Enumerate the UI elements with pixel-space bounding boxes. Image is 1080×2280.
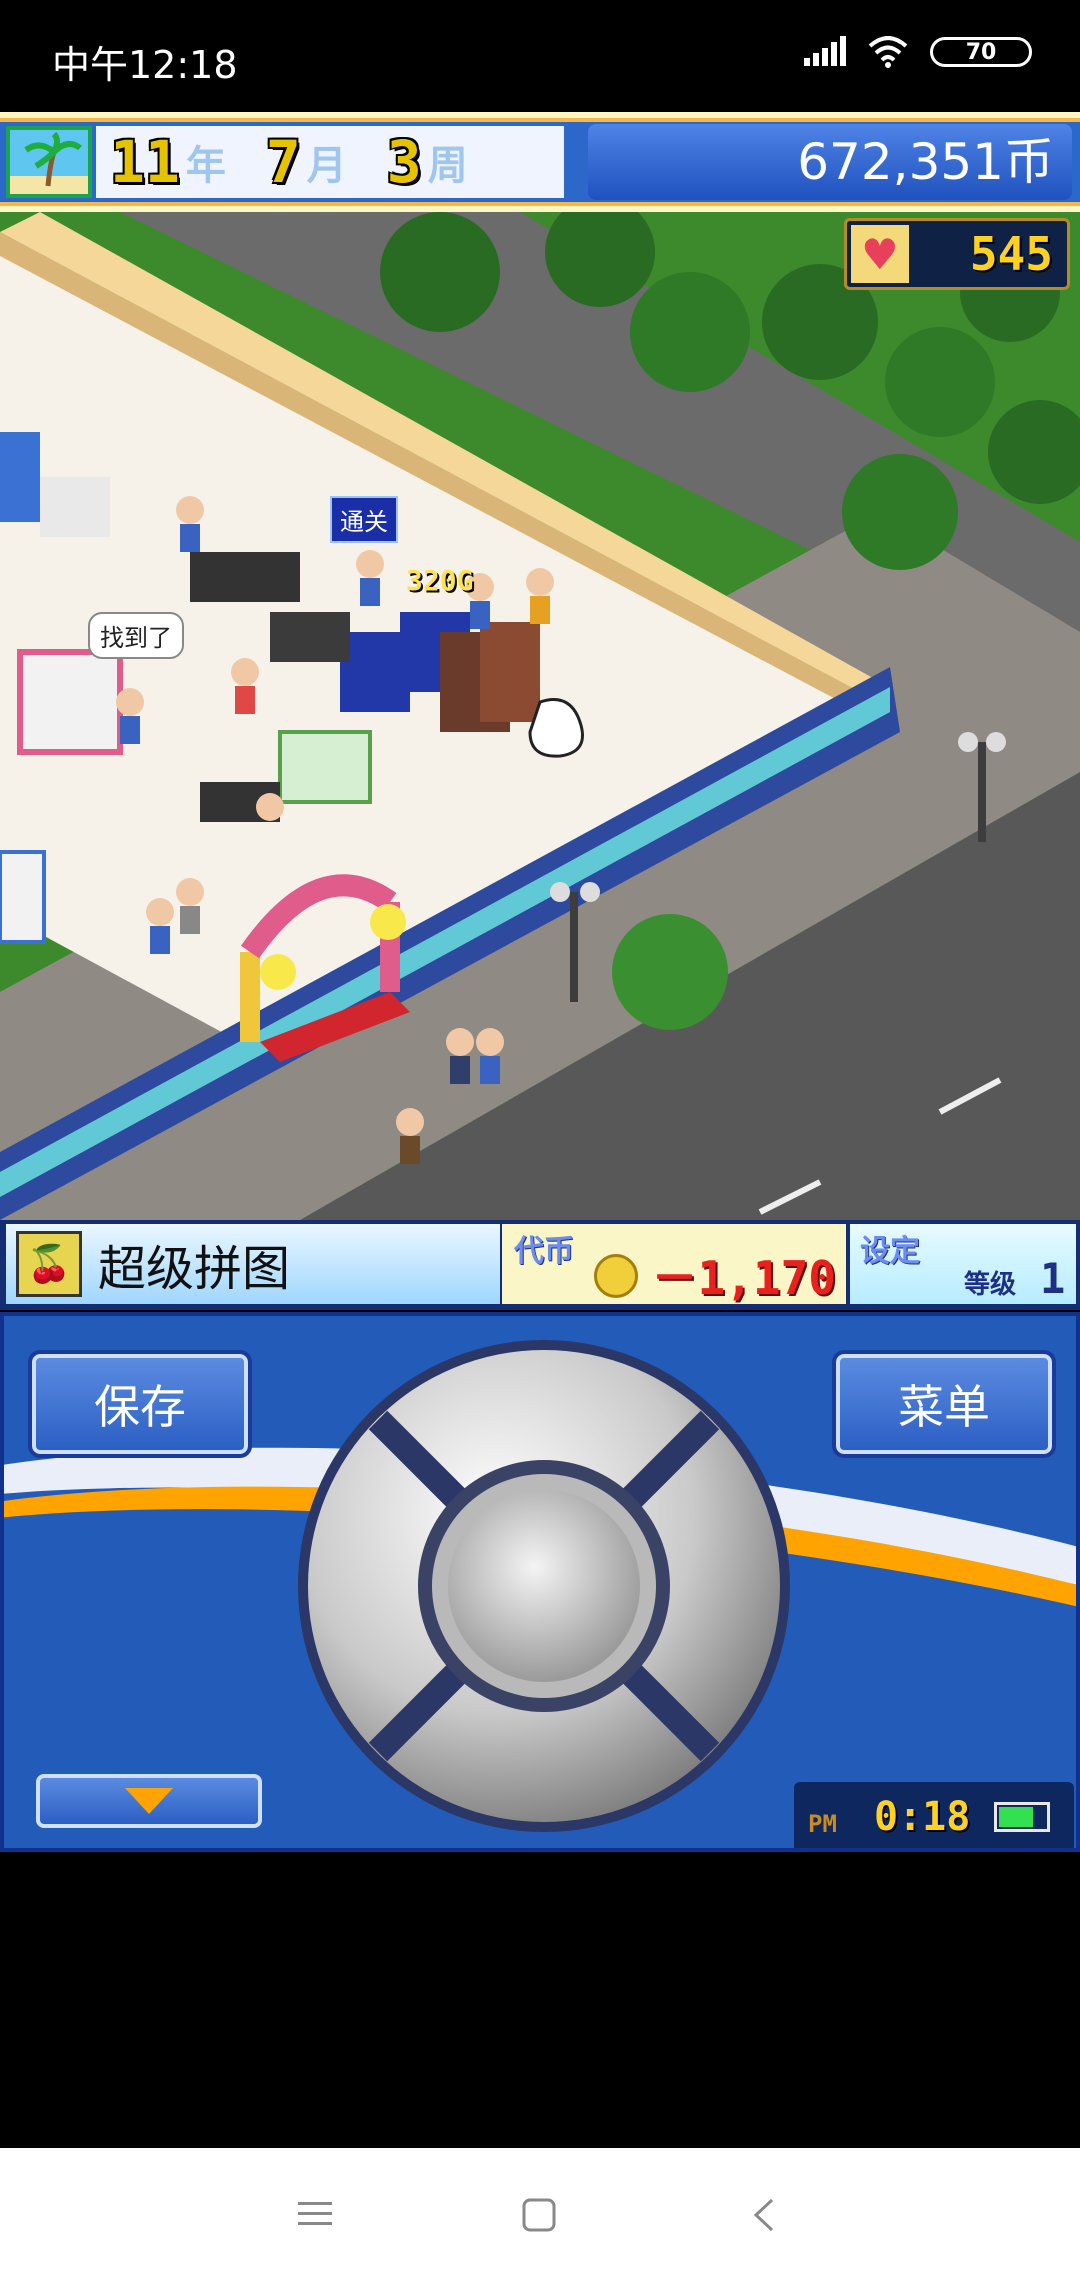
- save-button[interactable]: 保存: [28, 1350, 252, 1458]
- year-number: 11: [110, 128, 180, 196]
- game-scene[interactable]: 找到了 通关 320G: [0, 212, 1080, 1220]
- dpad-controller[interactable]: [296, 1338, 792, 1834]
- month-number: 7: [265, 128, 301, 196]
- heart-counter: ♥ 545: [844, 218, 1070, 290]
- battery-level: 70: [965, 39, 997, 65]
- controller-panel: 保存 菜单 PM 0:18: [0, 1312, 1080, 1852]
- status-time: 中午12:18: [52, 43, 238, 87]
- home-icon[interactable]: [522, 2198, 558, 2232]
- year-unit: 年: [185, 143, 226, 189]
- clock-time: 0:18: [874, 1794, 971, 1840]
- back-icon[interactable]: [752, 2198, 776, 2232]
- cherry-icon: 🍒: [16, 1231, 82, 1297]
- palm-tree-icon: [10, 130, 88, 194]
- game-clock: PM 0:18: [794, 1782, 1074, 1848]
- battery-icon: 70: [930, 37, 1032, 67]
- status-bar: 中午12:18 70: [0, 0, 1080, 112]
- season-icon[interactable]: [6, 126, 92, 198]
- menu-button[interactable]: 菜单: [832, 1350, 1056, 1458]
- level-value: 1: [1040, 1254, 1066, 1303]
- clear-tag: 通关: [330, 496, 398, 543]
- coin-panel: 代币 －1,170: [502, 1224, 846, 1305]
- week-unit: 周: [427, 143, 468, 189]
- battery-icon: [994, 1802, 1050, 1832]
- signal-icon: [804, 36, 846, 66]
- settings-panel[interactable]: 设定 等级 1: [850, 1224, 1076, 1304]
- game-top-bar: 11 年 7 月 3 周 672,351币: [0, 112, 1080, 212]
- navigation-bar: [0, 2148, 1080, 2280]
- speech-bubble: 找到了: [88, 612, 184, 659]
- coin-value: －1,170: [651, 1251, 836, 1305]
- settings-label: 设定: [860, 1234, 920, 1269]
- date-panel: 11 年 7 月 3 周: [96, 126, 564, 198]
- level-label: 等级: [964, 1270, 1017, 1300]
- coin-icon: [594, 1254, 638, 1298]
- coin-label: 代币: [514, 1234, 574, 1269]
- ampm-label: PM: [808, 1810, 837, 1838]
- chevron-down-icon: [125, 1788, 173, 1814]
- menu-icon[interactable]: [298, 2198, 334, 2230]
- heart-value: 545: [969, 227, 1053, 281]
- info-bar: 🍒 超级拼图 代币 －1,170 设定 等级 1: [0, 1220, 1080, 1310]
- month-unit: 月: [306, 143, 347, 189]
- game-name: 超级拼图: [98, 1241, 291, 1297]
- money-display: 672,351币: [588, 124, 1072, 200]
- floating-gold: 320G: [406, 564, 474, 597]
- heart-icon: ♥: [851, 225, 909, 283]
- collapse-button[interactable]: [36, 1774, 262, 1828]
- game-info-panel[interactable]: 🍒 超级拼图: [6, 1224, 500, 1304]
- wifi-icon: [868, 36, 908, 68]
- arcade-map[interactable]: [0, 212, 1080, 1220]
- status-icons: 70: [804, 36, 1032, 68]
- week-number: 3: [386, 128, 422, 196]
